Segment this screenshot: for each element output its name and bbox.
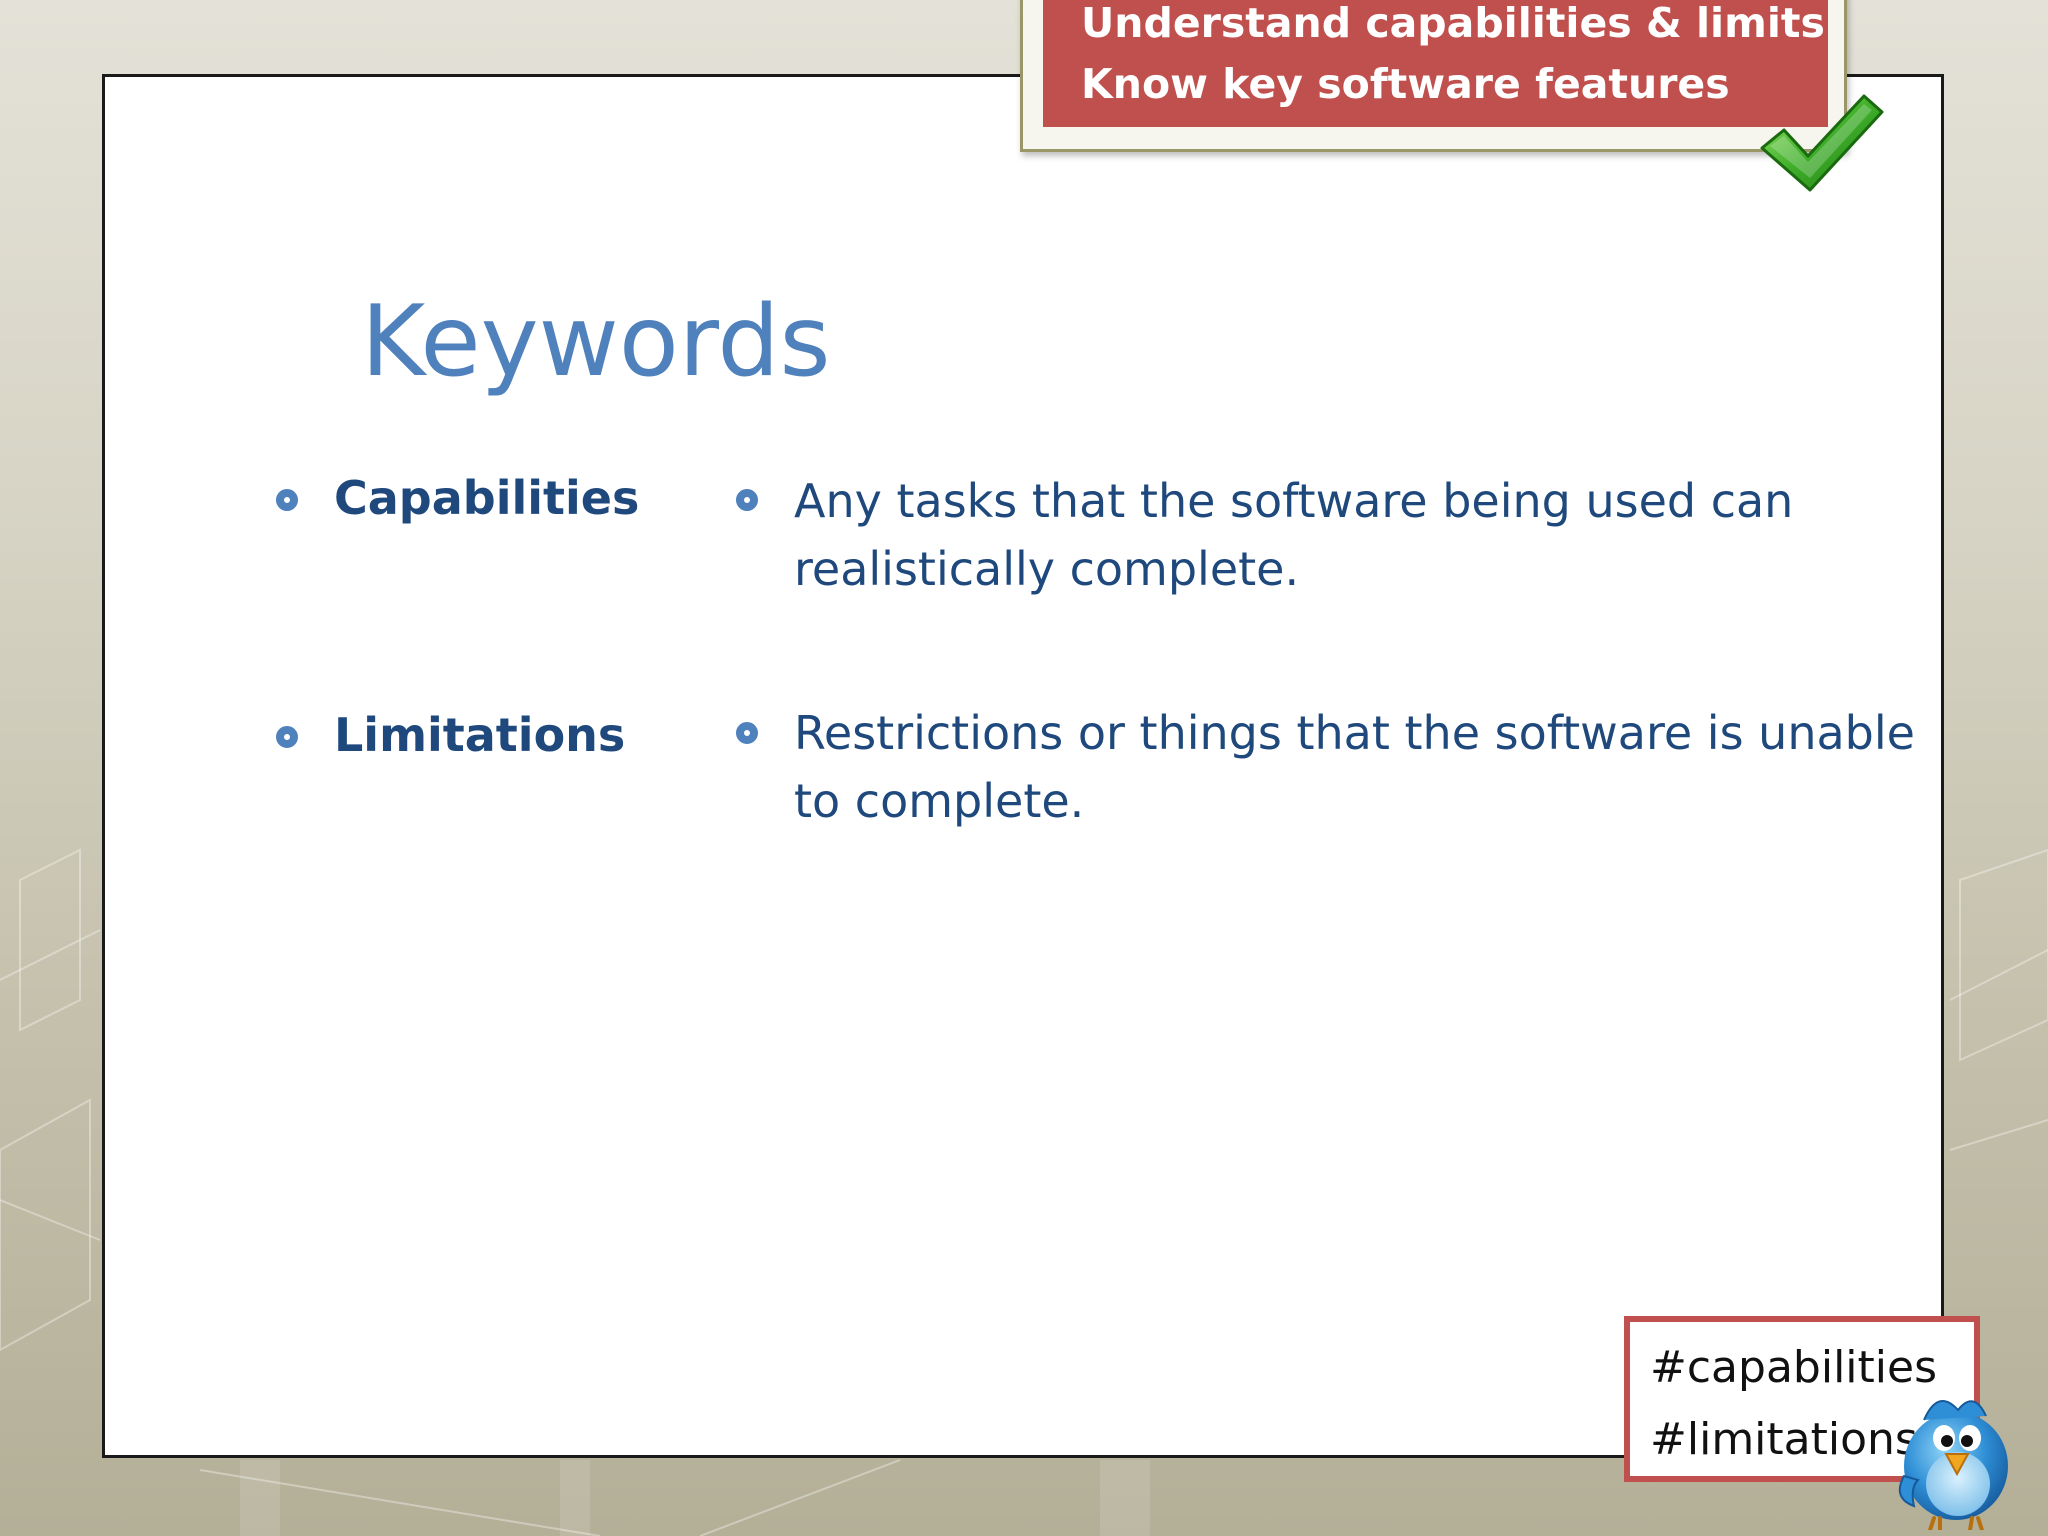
slide-canvas: Keywords Capabilities Any tasks that the… xyxy=(102,74,1944,1458)
green-checkmark-icon xyxy=(1760,94,1884,192)
ring-bullet-icon xyxy=(276,489,298,511)
ring-bullet-icon xyxy=(736,722,758,744)
keyword-definition-capabilities: Any tasks that the software being used c… xyxy=(794,474,1794,596)
objective-line-2: Know key software features xyxy=(1081,60,1730,108)
slide-title: Keywords xyxy=(361,285,831,399)
ring-bullet-icon xyxy=(276,726,298,748)
keyword-term-capabilities: Capabilities xyxy=(334,471,640,525)
keyword-definition-limitations: Restrictions or things that the software… xyxy=(794,706,1915,828)
learning-objectives-box: Understand capabilities & limits Know ke… xyxy=(1020,0,1847,152)
keyword-term-limitations: Limitations xyxy=(334,708,626,762)
objective-line-1: Understand capabilities & limits xyxy=(1081,0,1825,47)
ring-bullet-icon xyxy=(736,489,758,511)
blue-bird-icon xyxy=(1898,1400,2008,1530)
learning-objectives-panel: Understand capabilities & limits Know ke… xyxy=(1043,0,1828,127)
